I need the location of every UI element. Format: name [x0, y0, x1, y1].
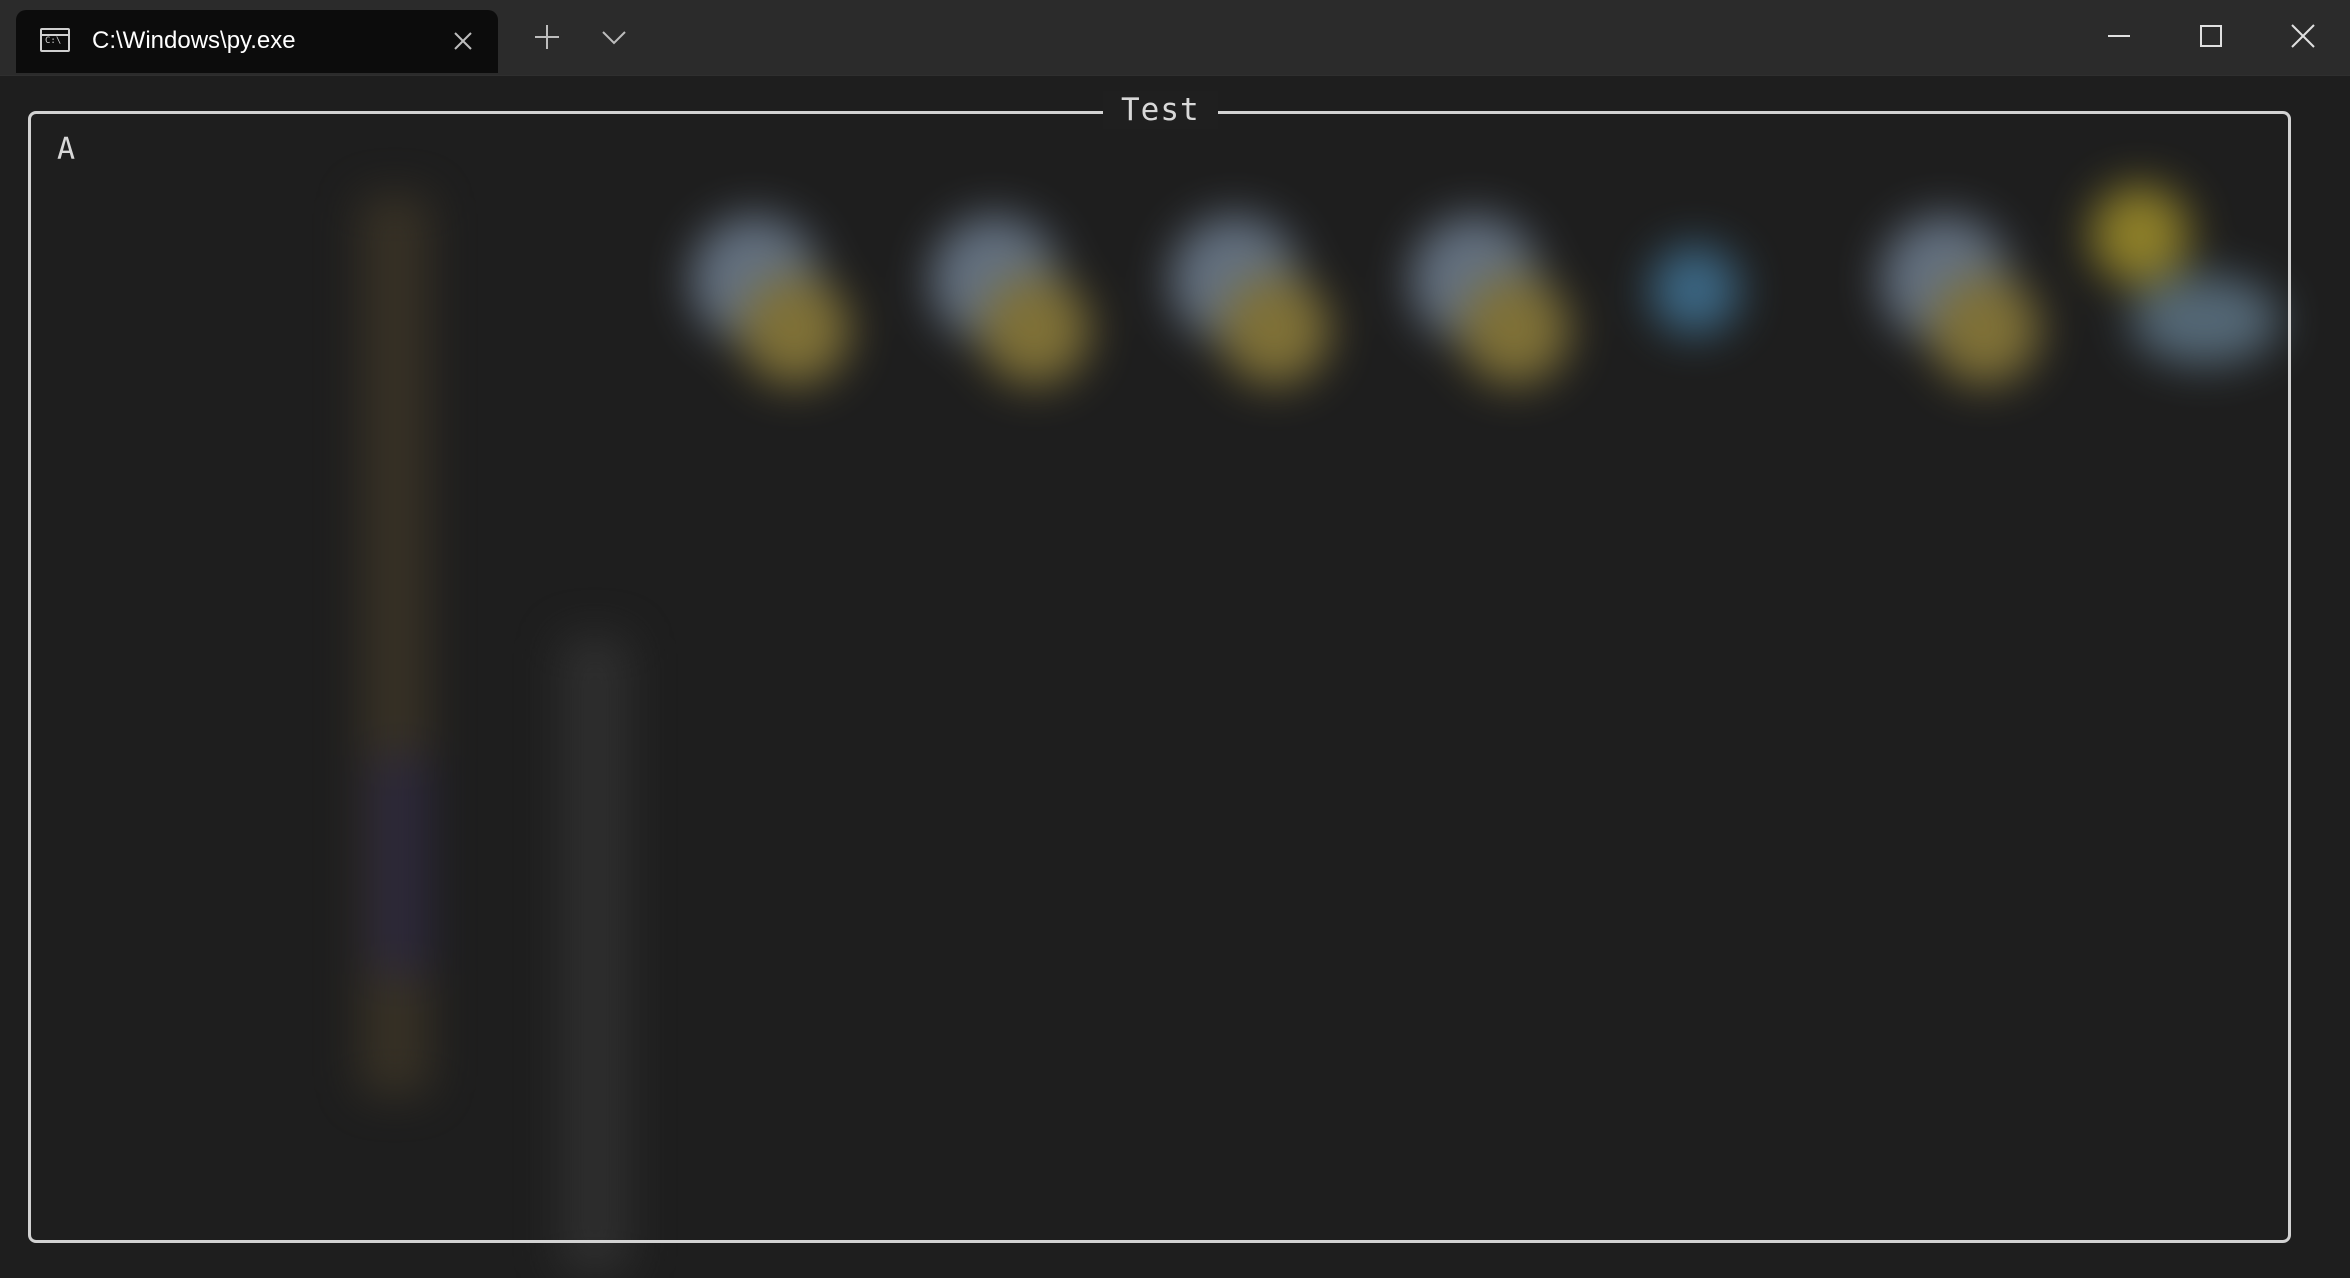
tui-panel-border	[28, 111, 2291, 1243]
tab-py-exe[interactable]: C:\ C:\Windows\py.exe	[16, 10, 498, 73]
close-window-button[interactable]	[2257, 0, 2349, 72]
close-icon	[454, 32, 472, 50]
maximize-button[interactable]	[2165, 0, 2257, 72]
tab-dropdown-button[interactable]	[591, 14, 637, 60]
close-icon	[2291, 24, 2315, 48]
terminal-output-line: A	[57, 132, 76, 167]
new-tab-button[interactable]	[524, 14, 570, 60]
console-icon: C:\	[40, 28, 70, 52]
maximize-icon	[2200, 25, 2222, 47]
minimize-icon	[2108, 35, 2130, 37]
chevron-down-icon	[602, 31, 626, 45]
plus-icon	[535, 25, 559, 49]
close-tab-button[interactable]	[450, 28, 476, 54]
tui-panel-title: Test	[1103, 91, 1218, 129]
title-bar: C:\ C:\Windows\py.exe	[0, 0, 2350, 76]
tab-title: C:\Windows\py.exe	[92, 27, 296, 54]
terminal-window: C:\ C:\Windows\py.exe Test A	[0, 0, 2350, 1278]
console-icon-label: C:\	[45, 36, 62, 46]
minimize-button[interactable]	[2073, 0, 2165, 72]
